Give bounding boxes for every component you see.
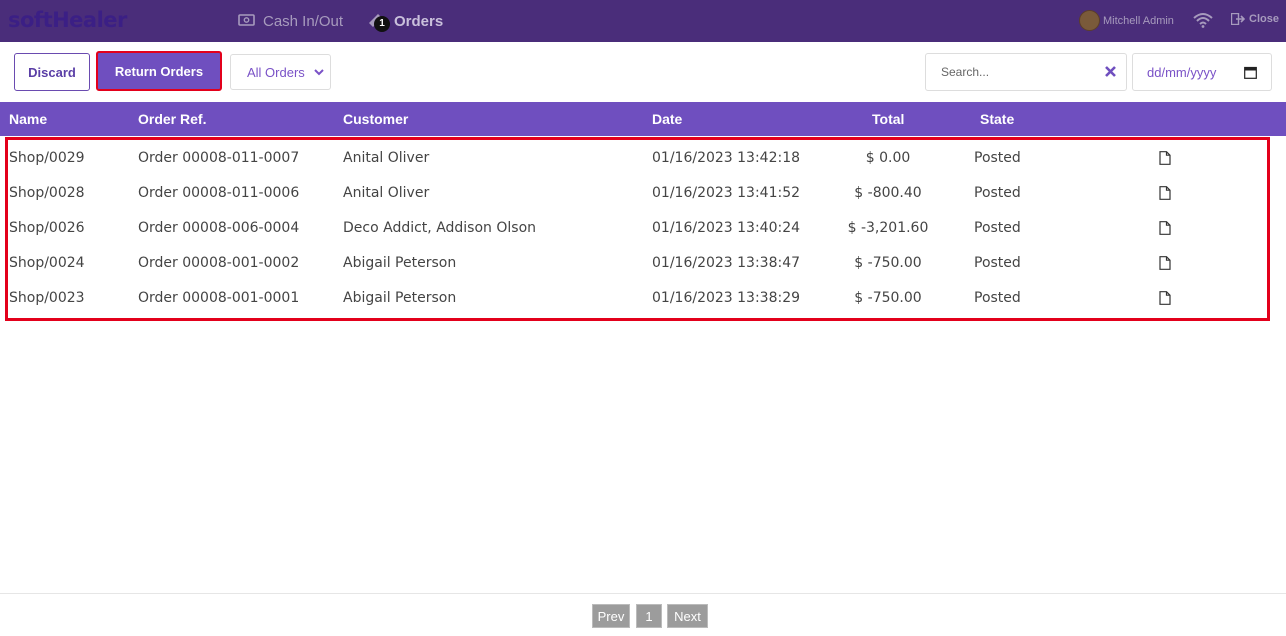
- cell-name: Shop/0029: [9, 150, 85, 166]
- receipt-icon[interactable]: [1159, 186, 1171, 204]
- table-row[interactable]: Shop/0023 Order 00008-001-0001 Abigail P…: [8, 280, 1267, 315]
- search-input[interactable]: Search...: [925, 53, 1127, 91]
- receipt-icon[interactable]: [1159, 256, 1171, 274]
- receipt-icon[interactable]: [1159, 221, 1171, 239]
- header-customer: Customer: [343, 111, 409, 127]
- cell-name: Shop/0028: [9, 185, 85, 201]
- receipt-icon[interactable]: [1159, 291, 1171, 309]
- orders-table-body: Shop/0029 Order 00008-011-0007 Anital Ol…: [5, 137, 1270, 321]
- discard-button[interactable]: Discard: [14, 53, 90, 91]
- cell-name: Shop/0026: [9, 220, 85, 236]
- return-orders-button[interactable]: Return Orders: [96, 51, 222, 91]
- chevron-down-icon: [313, 65, 325, 82]
- orders-count-badge: 1: [374, 16, 390, 32]
- user-name: Mitchell Admin: [1103, 14, 1174, 27]
- cell-total: $ -750.00: [854, 255, 922, 271]
- table-row[interactable]: Shop/0028 Order 00008-011-0006 Anital Ol…: [8, 175, 1267, 210]
- cell-state: Posted: [974, 290, 1021, 306]
- user-menu[interactable]: Mitchell Admin: [1079, 10, 1174, 31]
- cell-total: $ 0.00: [865, 150, 911, 166]
- cell-total: $ -750.00: [854, 290, 922, 306]
- table-row[interactable]: Shop/0029 Order 00008-011-0007 Anital Ol…: [8, 140, 1267, 175]
- cell-total: $ -3,201.60: [847, 220, 929, 236]
- cell-customer: Anital Oliver: [343, 150, 430, 166]
- wifi-icon: [1193, 12, 1213, 33]
- clear-search-icon[interactable]: [1105, 66, 1116, 80]
- header-total: Total: [872, 111, 905, 127]
- order-filter-value: All Orders: [247, 64, 305, 80]
- cell-customer: Anital Oliver: [343, 185, 430, 201]
- order-filter-select[interactable]: All Orders: [230, 54, 331, 90]
- table-row[interactable]: Shop/0026 Order 00008-006-0004 Deco Addi…: [8, 210, 1267, 245]
- close-button[interactable]: Close: [1231, 13, 1279, 25]
- receipt-icon[interactable]: [1159, 151, 1171, 169]
- cell-date: 01/16/2023 13:38:29: [652, 290, 801, 306]
- cell-order-ref: Order 00008-011-0006: [138, 185, 300, 201]
- date-input[interactable]: dd/mm/yyyy: [1132, 53, 1272, 91]
- prev-page-button[interactable]: Prev: [592, 604, 630, 628]
- nav-cash-label: Cash In/Out: [263, 12, 344, 30]
- nav-orders[interactable]: 1 Orders: [366, 0, 443, 42]
- cell-order-ref: Order 00008-001-0001: [138, 290, 300, 306]
- cell-date: 01/16/2023 13:41:52: [652, 185, 801, 201]
- calendar-icon[interactable]: [1244, 66, 1257, 82]
- cell-state: Posted: [974, 185, 1021, 201]
- cash-icon: [238, 13, 255, 30]
- nav-cash-in-out[interactable]: Cash In/Out: [238, 0, 343, 42]
- cell-date: 01/16/2023 13:42:18: [652, 150, 801, 166]
- avatar: [1079, 10, 1100, 31]
- cell-customer: Abigail Peterson: [343, 255, 457, 271]
- cell-state: Posted: [974, 255, 1021, 271]
- pagination-bar: Prev 1 Next: [0, 593, 1286, 636]
- header-state: State: [980, 111, 1015, 127]
- nav-orders-label: Orders: [394, 12, 444, 30]
- cell-date: 01/16/2023 13:38:47: [652, 255, 801, 271]
- header-name: Name: [9, 111, 48, 127]
- header-order-ref: Order Ref.: [138, 111, 207, 127]
- cell-state: Posted: [974, 150, 1021, 166]
- cell-name: Shop/0024: [9, 255, 85, 271]
- cell-date: 01/16/2023 13:40:24: [652, 220, 801, 236]
- logo: softHealer: [8, 8, 127, 32]
- cell-order-ref: Order 00008-011-0007: [138, 150, 300, 166]
- cell-name: Shop/0023: [9, 290, 85, 306]
- close-label: Close: [1249, 13, 1279, 25]
- ticket-icon: 1: [366, 9, 390, 33]
- cell-customer: Deco Addict, Addison Olson: [343, 220, 537, 236]
- date-placeholder: dd/mm/yyyy: [1147, 64, 1217, 80]
- search-placeholder: Search...: [941, 65, 990, 79]
- cell-state: Posted: [974, 220, 1021, 236]
- table-header: Name Order Ref. Customer Date Total Stat…: [0, 102, 1286, 136]
- next-page-button[interactable]: Next: [667, 604, 708, 628]
- sign-out-icon: [1231, 13, 1245, 25]
- page-number-button[interactable]: 1: [636, 604, 662, 628]
- cell-customer: Abigail Peterson: [343, 290, 457, 306]
- top-bar: softHealer Cash In/Out 1 Orders Mitchell…: [0, 0, 1286, 42]
- header-date: Date: [652, 111, 683, 127]
- cell-order-ref: Order 00008-001-0002: [138, 255, 300, 271]
- cell-order-ref: Order 00008-006-0004: [138, 220, 300, 236]
- table-row[interactable]: Shop/0024 Order 00008-001-0002 Abigail P…: [8, 245, 1267, 280]
- cell-total: $ -800.40: [854, 185, 922, 201]
